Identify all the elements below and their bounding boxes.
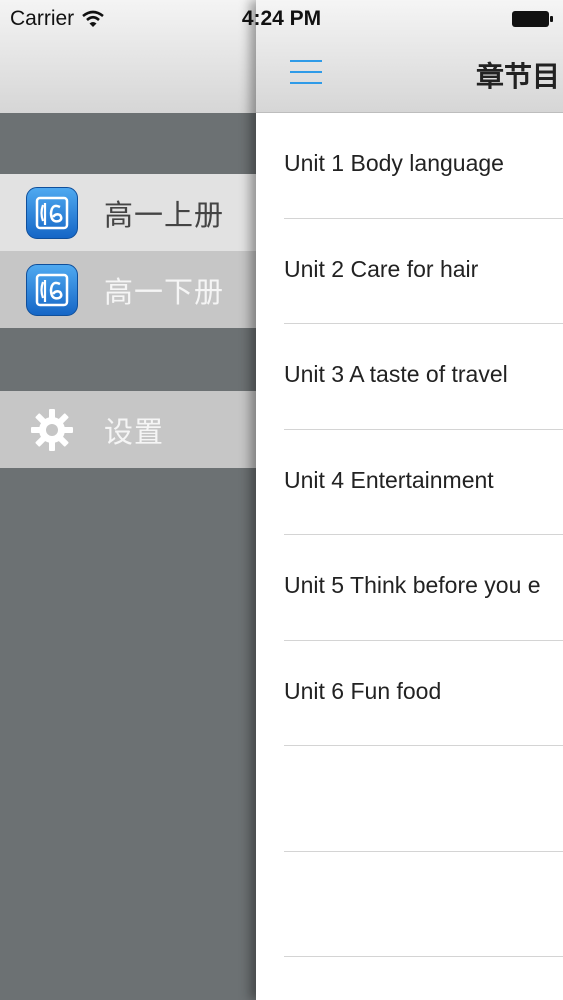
unit-title: Unit 5 Think before you e xyxy=(284,572,541,599)
list-item[interactable]: Unit 4 Entertainment xyxy=(256,430,563,536)
unit-title: Unit 6 Fun food xyxy=(284,677,442,704)
unit-title: Unit 3 A taste of travel xyxy=(284,361,508,388)
page-title: 章节目 xyxy=(476,61,561,92)
gear-icon xyxy=(28,406,76,454)
menu-item-label: 高一上册 xyxy=(104,199,225,232)
unit-title: Unit 4 Entertainment xyxy=(284,466,494,493)
chapter-panel: 章节目 Unit 1 Body language Unit 2 Care for… xyxy=(256,0,563,1000)
hamburger-icon[interactable] xyxy=(290,58,322,86)
status-time: 4:24 PM xyxy=(241,7,322,30)
app-screen: 高一上册 高一下册 设置 章节目 Unit 1 Body language Un… xyxy=(0,0,563,1000)
unit-list: Unit 1 Body language Unit 2 Care for hai… xyxy=(256,113,563,957)
list-item[interactable]: Unit 1 Body language xyxy=(256,113,563,219)
menu-item-book-1[interactable]: 高一上册 xyxy=(0,174,256,251)
unit-title: Unit 1 Body language xyxy=(284,150,504,177)
status-bar: Carrier 4:24 PM xyxy=(0,0,563,38)
book-app-icon xyxy=(26,186,78,239)
settings-menu: 设置 xyxy=(0,391,256,468)
menu-item-settings[interactable]: 设置 xyxy=(0,391,256,468)
list-item[interactable]: Unit 2 Care for hair xyxy=(256,219,563,325)
book-app-icon xyxy=(26,263,78,316)
list-item[interactable]: Unit 6 Fun food xyxy=(256,641,563,747)
menu-item-book-2[interactable]: 高一下册 xyxy=(0,251,256,328)
list-item[interactable]: Unit 5 Think before you e xyxy=(256,535,563,641)
unit-title: Unit 2 Care for hair xyxy=(284,255,479,282)
book-menu: 高一上册 高一下册 xyxy=(0,174,256,328)
menu-item-label: 设置 xyxy=(104,416,165,449)
menu-item-label: 高一下册 xyxy=(104,276,225,309)
battery-icon xyxy=(512,11,553,27)
list-item xyxy=(256,852,563,958)
list-item[interactable]: Unit 3 A taste of travel xyxy=(256,324,563,430)
list-item xyxy=(256,746,563,852)
